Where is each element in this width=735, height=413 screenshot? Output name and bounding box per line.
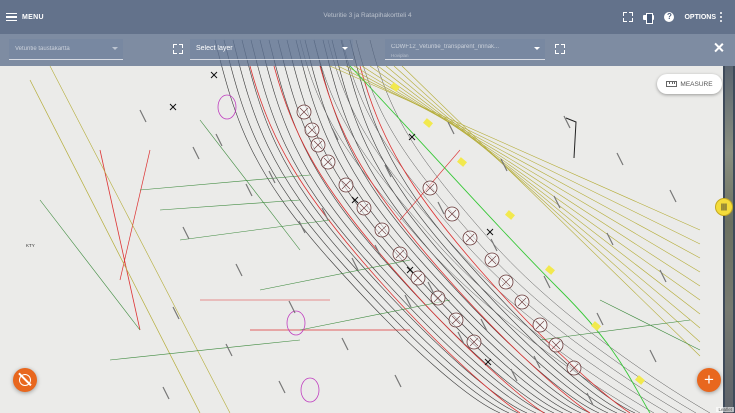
overlay-layer-sublabel: Hoviplan <box>391 53 409 58</box>
help-icon[interactable]: ? <box>664 12 675 22</box>
middle-layer-select[interactable]: Select layer <box>190 39 353 60</box>
overlay-layer-value: CDWF12_Veturitie_transparent_rinnak... <box>391 44 500 50</box>
location-off-icon <box>19 374 31 386</box>
chevron-down-icon <box>342 47 348 50</box>
middle-layer-placeholder: Select layer <box>196 45 233 52</box>
chevron-down-icon <box>112 47 118 50</box>
base-layer-fullscreen-icon[interactable] <box>173 44 183 54</box>
options-label: OPTIONS <box>684 13 716 21</box>
options-button[interactable]: OPTIONS <box>684 12 723 23</box>
overlay-layer-fullscreen-icon[interactable] <box>555 44 565 54</box>
top-bar: MENU Veturitie 3 ja Ratapihakortteli 4 ?… <box>0 0 735 34</box>
chevron-down-icon <box>534 47 540 50</box>
add-button[interactable]: + <box>697 368 721 392</box>
overlay-layer-select[interactable]: CDWF12_Veturitie_transparent_rinnak... H… <box>385 39 545 60</box>
swipe-handle-icon[interactable]: ||| <box>715 198 733 216</box>
close-icon[interactable] <box>714 43 723 52</box>
layer-bar: Veturitie taustakartta Select layer CDWF… <box>0 34 735 66</box>
fullscreen-icon[interactable] <box>623 12 634 22</box>
base-layer-select[interactable]: Veturitie taustakartta <box>9 39 123 60</box>
ruler-icon <box>666 81 678 87</box>
printer-icon[interactable] <box>643 12 655 24</box>
base-layer-value: Veturitie taustakartta <box>15 46 70 52</box>
swipe-divider[interactable] <box>723 66 735 413</box>
measure-button[interactable]: MEASURE <box>657 74 722 94</box>
kebab-icon <box>720 12 723 23</box>
map-attribution[interactable]: Leaflet <box>716 407 734 412</box>
measure-label: MEASURE <box>680 80 713 88</box>
map-place-label: KTY <box>26 243 35 248</box>
locate-button[interactable] <box>13 368 37 392</box>
